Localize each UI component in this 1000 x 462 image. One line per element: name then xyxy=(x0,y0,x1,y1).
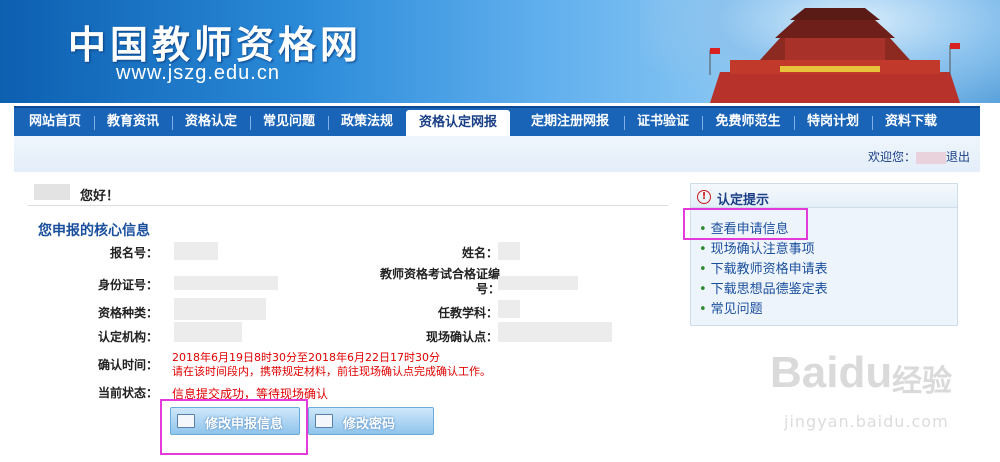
label-org: 认定机构： xyxy=(97,330,158,344)
nav-online-application[interactable]: 资格认定网报 xyxy=(406,110,510,138)
nav-home[interactable]: 网站首页 xyxy=(20,108,90,136)
redacted-org xyxy=(174,322,242,342)
redacted-subject xyxy=(498,300,520,318)
site-url: www.jszg.edu.cn xyxy=(116,62,280,84)
logout-link[interactable]: 退出 xyxy=(946,150,970,164)
welcome-bar: 欢迎您： 退出 xyxy=(14,136,980,172)
exclamation-icon: ! xyxy=(697,190,711,204)
redacted-report-no xyxy=(174,242,218,260)
nav-free-normal-students[interactable]: 免费师范生 xyxy=(706,108,790,136)
bullet-icon: • xyxy=(699,302,707,317)
label-site: 现场确认点： xyxy=(425,330,498,344)
nav-divider xyxy=(702,116,703,130)
label-status: 当前状态： xyxy=(97,386,158,400)
label-report-no: 报名号： xyxy=(109,246,158,260)
label-name: 姓名： xyxy=(461,246,498,260)
highlight-box-edit xyxy=(160,399,308,455)
watermark-url: jingyan.baidu.com xyxy=(784,412,949,431)
link-label: 现场确认注意事项 xyxy=(710,242,815,257)
main-nav: 网站首页 教育资讯 资格认定 常见问题 政策法规 资格认定网报 定期注册网报 证… xyxy=(14,106,980,138)
nav-downloads[interactable]: 资料下载 xyxy=(876,108,946,136)
link-label: 下载教师资格申请表 xyxy=(710,262,828,277)
watermark-brand-cn: 经验 xyxy=(892,364,952,399)
nav-policy[interactable]: 政策法规 xyxy=(332,108,402,136)
welcome-prefix: 欢迎您： xyxy=(867,150,916,164)
site-title: 中国教师资格网 xyxy=(68,22,363,67)
label-subject: 任教学科： xyxy=(437,306,498,320)
nav-divider xyxy=(624,116,625,130)
greeting-text: 您好！ xyxy=(80,189,120,204)
change-password-button[interactable]: 修改密码 xyxy=(308,407,434,435)
bullet-icon: • xyxy=(699,282,707,297)
nav-divider xyxy=(328,116,329,130)
tiananmen-image xyxy=(709,8,960,103)
nav-divider xyxy=(94,116,95,130)
tips-panel: ! 认定提示 • 查看申请信息 • 现场确认注意事项 • 下载教师资格申请表 • 下载思… xyxy=(690,183,958,326)
redacted-name xyxy=(34,184,70,200)
nav-certification[interactable]: 资格认定 xyxy=(176,108,246,136)
link-download-application-form[interactable]: • 下载教师资格申请表 xyxy=(699,258,828,277)
confirm-time-note: 请在该时间段内，携带规定材料，前往现场确认点完成确认工作。 xyxy=(172,365,491,378)
link-download-moral-form[interactable]: • 下载思想品德鉴定表 xyxy=(699,278,828,297)
redacted-cert-type xyxy=(174,298,266,320)
bullet-icon: • xyxy=(699,242,707,257)
baidu-watermark: Baidu 经验 jingyan.baidu.com xyxy=(762,348,992,453)
link-onsite-notes[interactable]: • 现场确认注意事项 xyxy=(699,238,815,257)
label-confirm-time: 确认时间： xyxy=(97,358,158,372)
watermark-brand: Baidu xyxy=(770,348,893,397)
link-label: 常见问题 xyxy=(710,302,763,317)
redacted-username xyxy=(915,151,946,164)
bullet-icon: • xyxy=(699,262,707,277)
tips-header: ! 认定提示 xyxy=(691,184,957,208)
link-label: 下载思想品德鉴定表 xyxy=(710,282,828,297)
nav-divider xyxy=(872,116,873,130)
section-title: 您申报的核心信息 xyxy=(38,223,150,239)
nav-divider xyxy=(172,116,173,130)
greeting-bar: 您好！ xyxy=(28,180,668,206)
nav-faq[interactable]: 常见问题 xyxy=(254,108,324,136)
nav-cert-verify[interactable]: 证书验证 xyxy=(628,108,698,136)
nav-divider xyxy=(250,116,251,130)
nav-periodic-registration[interactable]: 定期注册网报 xyxy=(522,108,618,136)
change-password-label: 修改密码 xyxy=(343,417,396,432)
redacted-name-value xyxy=(498,242,520,260)
link-faq[interactable]: • 常见问题 xyxy=(699,298,763,317)
redacted-id-no xyxy=(174,276,278,290)
lock-icon xyxy=(315,414,333,428)
nav-divider xyxy=(794,116,795,130)
nav-special-post[interactable]: 特岗计划 xyxy=(798,108,868,136)
redacted-exam-cert-no xyxy=(498,276,578,290)
tips-title: 认定提示 xyxy=(717,193,770,208)
label-id-no: 身份证号： xyxy=(97,278,158,292)
label-cert-type: 资格种类： xyxy=(97,306,158,320)
highlight-box-view xyxy=(683,208,808,240)
redacted-site xyxy=(498,322,612,342)
label-exam-cert-no: 教师资格考试合格证编号： xyxy=(380,267,501,296)
welcome-text: 欢迎您： 退出 xyxy=(868,148,970,165)
main-content: 您好！ 您申报的核心信息 报名号： 姓名： 身份证号： 教师资格考试合格证编号：… xyxy=(28,180,668,462)
nav-news[interactable]: 教育资讯 xyxy=(98,108,168,136)
site-banner: 中国教师资格网 www.jszg.edu.cn xyxy=(0,0,1000,103)
